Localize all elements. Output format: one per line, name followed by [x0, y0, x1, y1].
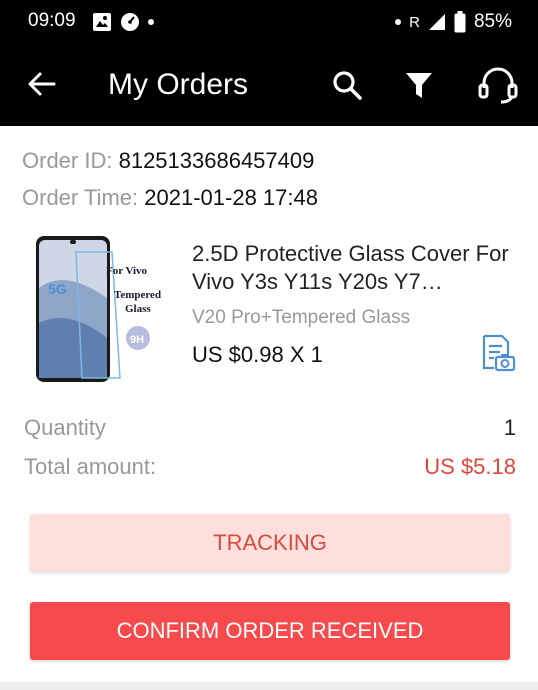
roaming-indicator: R	[409, 13, 420, 31]
cell-signal-icon	[428, 14, 445, 30]
system-icons: R 85%	[395, 10, 512, 34]
page-title: My Orders	[108, 68, 249, 101]
tracking-button[interactable]: TRACKING	[30, 514, 510, 572]
battery-percentage: 85%	[473, 11, 512, 32]
search-icon[interactable]	[330, 68, 364, 102]
battery-icon	[454, 11, 466, 33]
total-amount-label: Total amount:	[24, 454, 157, 479]
order-id-label: Order ID:	[22, 148, 113, 173]
product-price: US $0.98 X 1	[192, 342, 323, 367]
quantity-value: 1	[503, 415, 516, 440]
image-9h-badge: 9H	[130, 334, 144, 346]
status-dot-icon	[395, 19, 402, 25]
order-id-value: 8125133686457409	[118, 148, 315, 173]
back-arrow-icon[interactable]	[24, 66, 60, 102]
order-time-value: 2021-01-28 17:48	[144, 185, 318, 210]
notification-dot-icon	[148, 19, 154, 25]
total-amount-row: Total amount: US $5.18	[24, 454, 516, 480]
filter-icon[interactable]	[402, 68, 436, 102]
product-image[interactable]: 5G For Vivo Tempered Glass 9H	[24, 228, 176, 386]
customer-support-icon[interactable]	[476, 64, 520, 106]
order-time-row: Order Time: 2021-01-28 17:48	[22, 185, 318, 211]
total-amount-value: US $5.18	[424, 454, 516, 479]
gallery-notification-icon	[93, 13, 111, 31]
speedometer-icon	[121, 13, 139, 31]
image-text-line1: For Vivo	[106, 265, 148, 277]
order-time-label: Order Time:	[22, 185, 139, 210]
snapshot-icon[interactable]	[476, 332, 518, 374]
confirm-order-received-button[interactable]: CONFIRM ORDER RECEIVED	[30, 602, 510, 660]
quantity-row: Quantity 1	[24, 415, 516, 441]
status-bar: 09:09 R 85%	[0, 0, 538, 44]
app-bar: My Orders	[0, 44, 538, 126]
notification-icons	[92, 11, 154, 33]
product-title[interactable]: 2.5D Protective Glass Cover For Vivo Y3s…	[192, 240, 522, 296]
bottom-divider	[0, 682, 538, 690]
phone-5g-label: 5G	[48, 281, 67, 297]
image-text-line3: Glass	[125, 303, 151, 315]
product-variant: V20 Pro+Tempered Glass	[192, 307, 411, 328]
quantity-label: Quantity	[24, 415, 106, 440]
order-id-row: Order ID: 8125133686457409	[22, 148, 314, 174]
status-time: 09:09	[28, 10, 76, 31]
image-text-line2: Tempered	[114, 289, 161, 301]
